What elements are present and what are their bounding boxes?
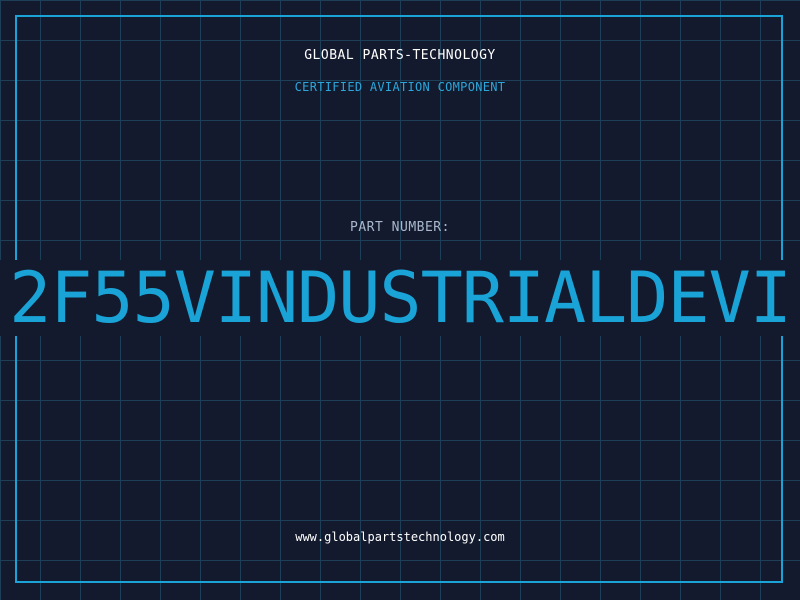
part-number-band: 2F55VINDUSTRIALDEVI	[0, 260, 800, 336]
website-url: www.globalpartstechnology.com	[295, 530, 505, 544]
certification-subtitle: CERTIFIED AVIATION COMPONENT	[294, 80, 506, 94]
part-number-value: 2F55VINDUSTRIALDEVI	[9, 260, 792, 336]
company-name: GLOBAL PARTS-TECHNOLOGY	[304, 48, 496, 63]
part-number-label: PART NUMBER:	[350, 220, 450, 235]
